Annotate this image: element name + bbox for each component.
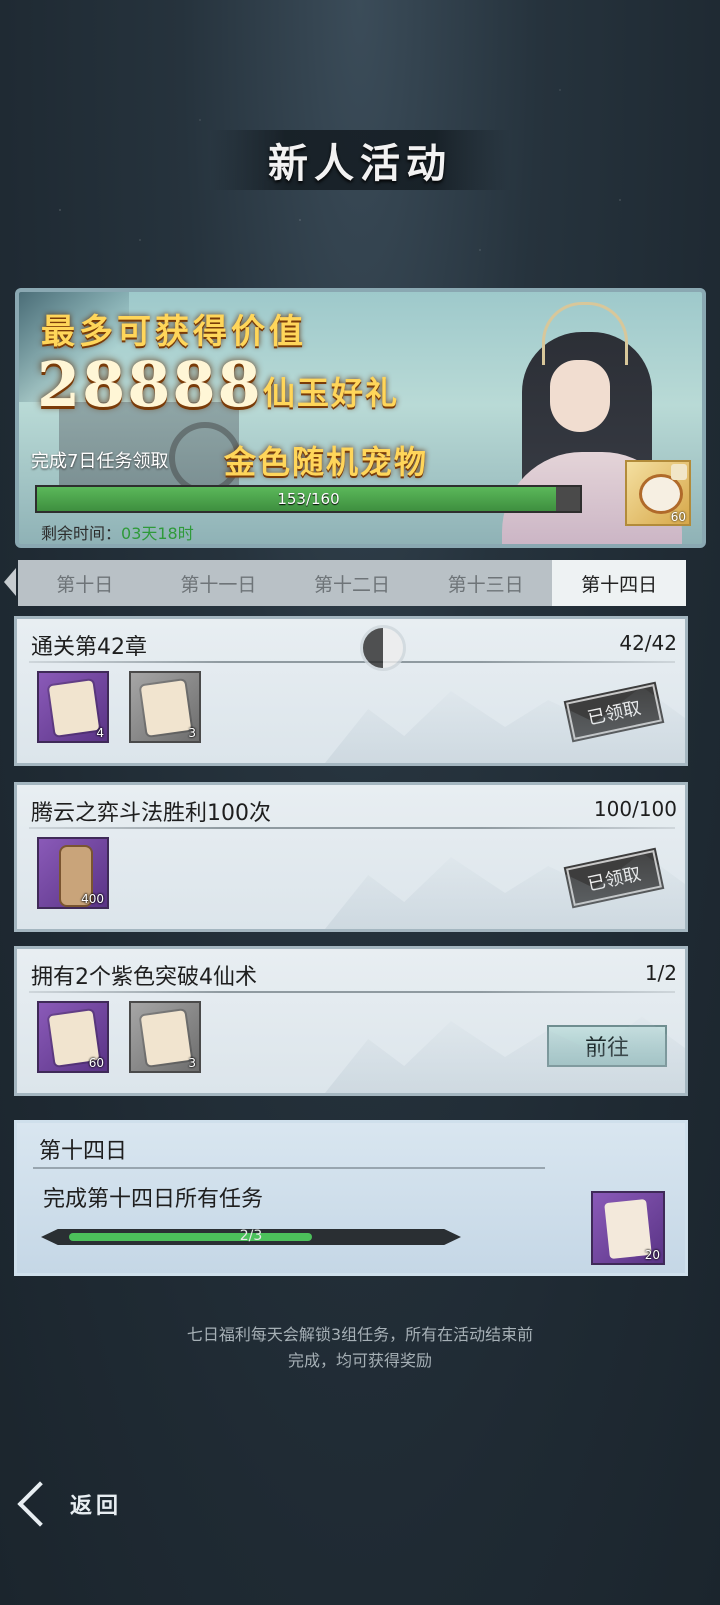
- item-count: 60: [88, 1056, 104, 1070]
- divider: [29, 661, 675, 663]
- paper-icon: [140, 680, 192, 736]
- back-button[interactable]: 返回: [20, 1480, 160, 1528]
- tab-day-12[interactable]: 第十二日: [285, 560, 419, 606]
- reward-item[interactable]: 4: [37, 671, 109, 743]
- reward-item[interactable]: 3: [129, 1001, 201, 1073]
- item-count: 400: [81, 892, 104, 906]
- task-card-2: 腾云之弈斗法胜利100次 100/100 400 已领取: [14, 782, 688, 932]
- day-progress-label: 2/3: [239, 1228, 263, 1244]
- day-reward-item[interactable]: 20: [591, 1191, 665, 1265]
- footer-line-2: 完成，均可获得奖励: [287, 1351, 432, 1370]
- claimed-stamp: 已领取: [566, 850, 662, 906]
- day-summary-desc: 完成第十四日所有任务: [43, 1187, 264, 1212]
- banner-condition: 完成7日任务领取: [31, 451, 169, 472]
- tab-day-14[interactable]: 第十四日: [552, 560, 686, 606]
- banner-reward: 金色随机宠物: [224, 443, 429, 481]
- divider: [33, 1167, 545, 1169]
- back-arrow-icon: [20, 1482, 64, 1526]
- reward-item[interactable]: 400: [37, 837, 109, 909]
- paper-icon: [140, 1010, 192, 1066]
- item-count: 4: [96, 726, 104, 740]
- promo-banner: 最多可获得价值 28888 仙玉好礼 完成7日任务领取 金色随机宠物 153/1…: [15, 288, 706, 548]
- item-count: 3: [188, 1056, 196, 1070]
- banner-progress-label: 153/160: [277, 490, 340, 508]
- footer-line-1: 七日福利每天会解锁3组任务，所有在活动结束前: [186, 1325, 534, 1344]
- reward-item[interactable]: 3: [129, 671, 201, 743]
- task-card-1: 通关第42章 42/42 4 3 已领取: [14, 616, 688, 766]
- tab-day-10[interactable]: 第十日: [18, 560, 152, 606]
- task-progress: 42/42: [619, 631, 677, 655]
- go-button[interactable]: 前往: [547, 1025, 667, 1067]
- reward-item[interactable]: 60: [37, 1001, 109, 1073]
- task-title: 拥有2个紫色突破4仙术: [31, 965, 257, 990]
- banner-headline: 最多可获得价值: [41, 312, 307, 352]
- puzzle-icon: [671, 464, 687, 480]
- remaining-time-label: 剩余时间：: [41, 524, 122, 543]
- task-progress: 1/2: [644, 961, 677, 985]
- task-progress: 100/100: [593, 797, 677, 821]
- back-label: 返回: [70, 1493, 123, 1519]
- tab-day-13[interactable]: 第十三日: [419, 560, 553, 606]
- day-progress-bar: 2/3: [41, 1228, 461, 1245]
- claimed-stamp: 已领取: [566, 684, 662, 740]
- item-count: 20: [644, 1248, 660, 1262]
- remaining-time: 剩余时间：03天18时: [41, 520, 194, 544]
- divider: [29, 991, 675, 993]
- day-summary-title: 第十四日: [39, 1139, 128, 1164]
- page-title: 新人活动: [268, 140, 452, 187]
- divider: [29, 827, 675, 829]
- banner-value: 28888: [37, 348, 263, 421]
- remaining-time-value: 03天18时: [121, 524, 194, 543]
- tab-day-11[interactable]: 第十一日: [152, 560, 286, 606]
- item-count: 3: [188, 726, 196, 740]
- pet-reward-item[interactable]: 60: [625, 460, 691, 526]
- task-title: 腾云之弈斗法胜利100次: [31, 801, 271, 826]
- task-title: 通关第42章: [31, 635, 147, 660]
- tab-left-arrow-icon[interactable]: [4, 568, 16, 596]
- banner-gift: 仙玉好礼: [263, 374, 400, 412]
- footer-note: 七日福利每天会解锁3组任务，所有在活动结束前 完成，均可获得奖励: [0, 1322, 720, 1374]
- day-tabs: 第十日 第十一日 第十二日 第十三日 第十四日: [18, 560, 686, 606]
- pet-egg-icon: [639, 474, 683, 514]
- item-count: 60: [670, 510, 686, 524]
- banner-progress-bar: 153/160: [35, 485, 582, 513]
- title-banner: 新人活动: [210, 130, 510, 190]
- scroll-chart-icon: [48, 680, 100, 736]
- yinyang-icon: [360, 625, 406, 671]
- day-summary-card: 第十四日 完成第十四日所有任务 2/3 20: [14, 1120, 688, 1276]
- task-card-3: 拥有2个紫色突破4仙术 1/2 60 3 前往: [14, 946, 688, 1096]
